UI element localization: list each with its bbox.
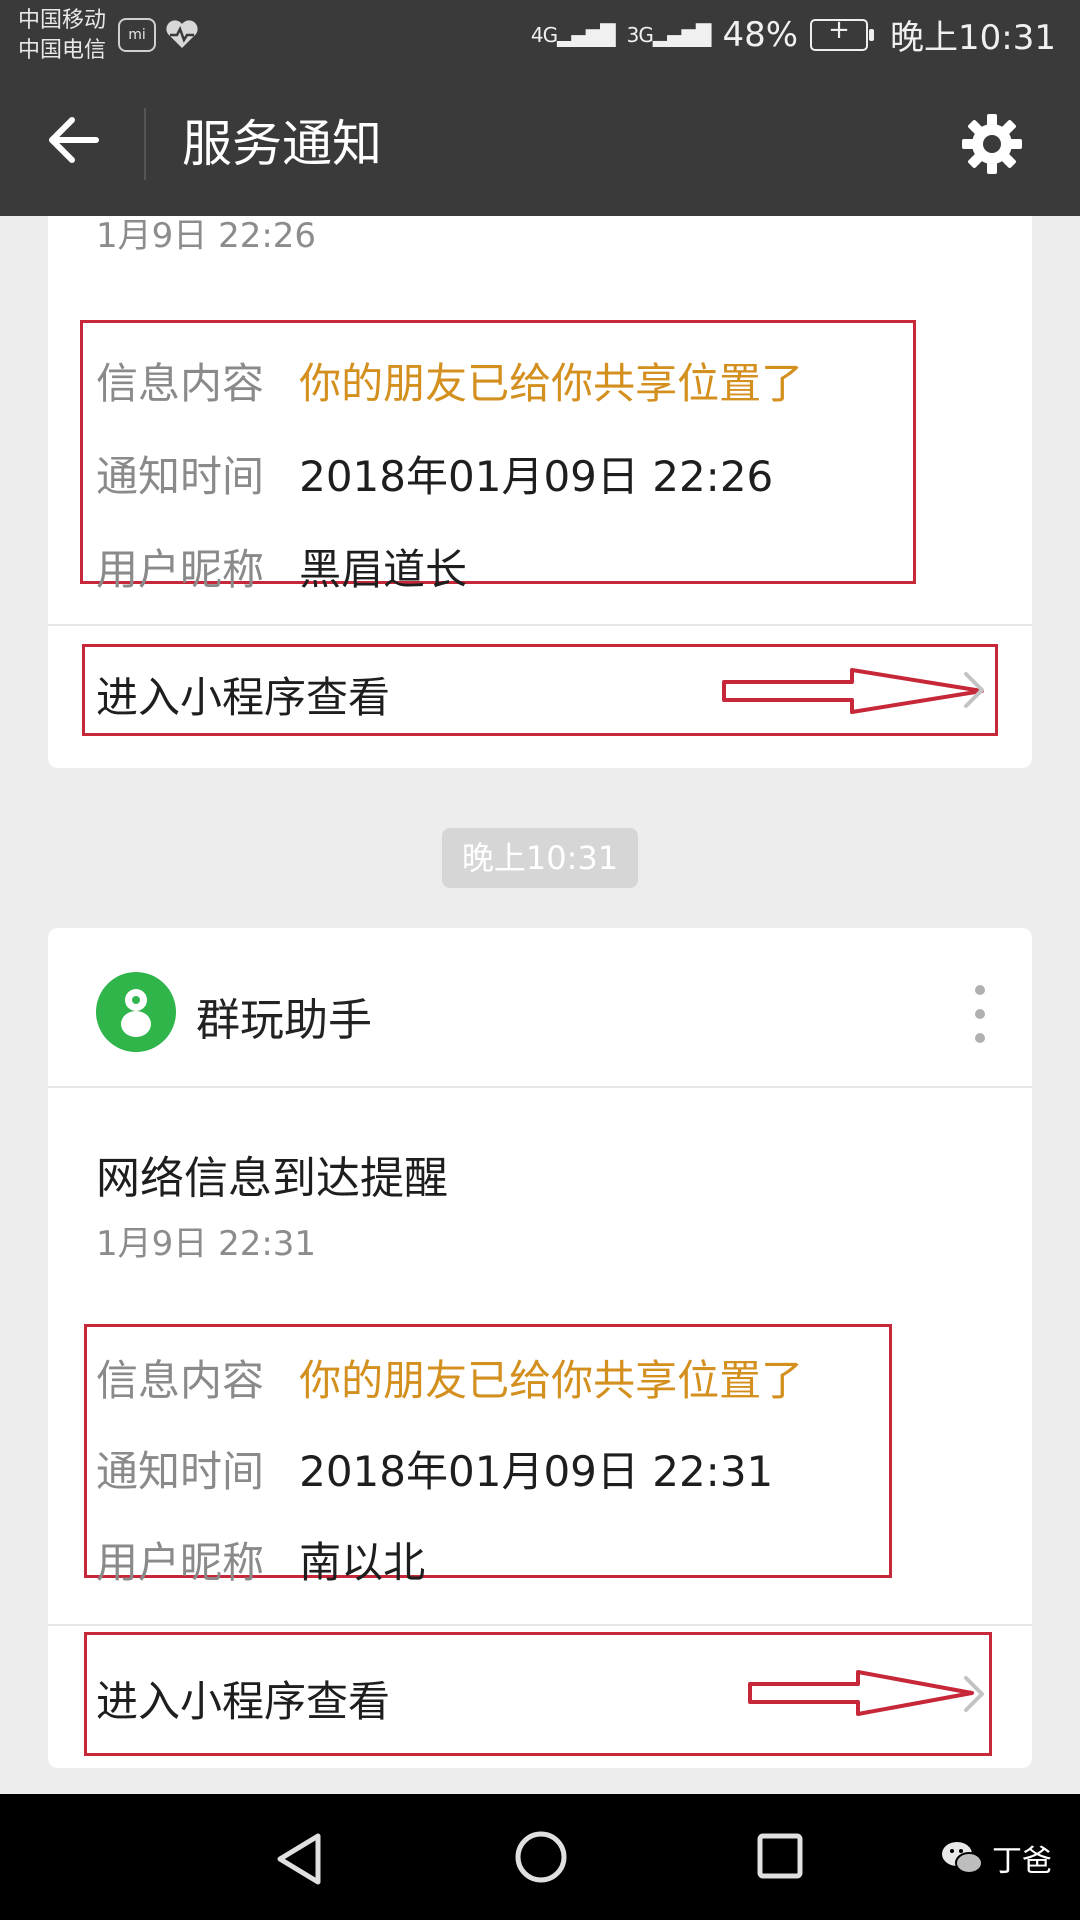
battery-charging-icon: + (810, 15, 875, 51)
navigation-bar: 丁爸 (0, 1794, 1080, 1920)
nav-back-icon[interactable] (274, 1832, 324, 1886)
carrier-1: 中国移动 (18, 8, 107, 33)
card2-header-separator (48, 1086, 1032, 1088)
card2-detail-rows: 信息内容 你的朋友已给你共享位置了 通知时间 2018年01月09日 22:31… (96, 1340, 803, 1613)
detail-value: 你的朋友已给你共享位置了 (299, 359, 804, 408)
detail-label: 用户昵称 (96, 545, 265, 594)
detail-row: 通知时间 2018年01月09日 22:31 (96, 1431, 803, 1522)
annotation-arrow-icon (748, 1670, 974, 1716)
card1-separator (48, 624, 1032, 626)
open-miniprogram-label: 进入小程序查看 (96, 1677, 391, 1726)
detail-value: 2018年01月09日 22:26 (299, 452, 774, 501)
nav-home-icon[interactable] (514, 1830, 568, 1884)
card2-separator (48, 1624, 1032, 1626)
notification-card-2: 群玩助手 网络信息到达提醒 1月9日 22:31 信息内容 你的朋友已给你共享位… (48, 928, 1032, 1768)
detail-value: 南以北 (299, 1538, 426, 1587)
card1-open-miniprogram-button[interactable]: 进入小程序查看 (96, 644, 996, 736)
heartbeat-icon (164, 16, 200, 56)
detail-value: 2018年01月09日 22:31 (299, 1447, 774, 1496)
chevron-right-icon (964, 1676, 984, 1712)
annotation-arrow-icon (722, 668, 984, 714)
detail-label: 信息内容 (96, 359, 265, 408)
watermark-name: 丁爸 (992, 1844, 1052, 1879)
carrier-2: 中国电信 (18, 38, 107, 63)
gear-icon[interactable] (960, 112, 1024, 176)
toolbar-divider (144, 108, 146, 180)
card2-timestamp: 1月9日 22:31 (96, 1224, 317, 1264)
signal-4g-icon: 4G▂▄▆█ (530, 22, 616, 47)
page-title: 服务通知 (182, 115, 382, 173)
detail-label: 通知时间 (96, 1447, 265, 1496)
watermark: 丁爸 (940, 1836, 1052, 1880)
card1-timestamp: 1月9日 22:26 (96, 216, 317, 256)
signal-3g-icon: 3G▂▄▆█ (626, 22, 712, 47)
carrier-labels: 中国移动 中国电信 (18, 6, 106, 66)
more-vertical-icon[interactable] (968, 982, 992, 1046)
notification-card-1: 1月9日 22:26 信息内容 你的朋友已给你共享位置了 通知时间 2018年0… (48, 216, 1032, 768)
detail-label: 用户昵称 (96, 1538, 265, 1587)
chevron-right-icon (964, 672, 984, 708)
card2-open-miniprogram-button[interactable]: 进入小程序查看 (96, 1632, 996, 1756)
detail-label: 信息内容 (96, 1356, 265, 1405)
detail-row: 信息内容 你的朋友已给你共享位置了 (96, 1340, 803, 1431)
status-right: 4G▂▄▆█ 3G▂▄▆█ 48% + 晚上10:31 (531, 10, 1056, 59)
notification-title: 网络信息到达提醒 (96, 1153, 448, 1204)
detail-row: 信息内容 你的朋友已给你共享位置了 (96, 342, 803, 435)
wechat-logo-icon (942, 1842, 983, 1874)
time-divider-chip: 晚上10:31 (442, 828, 638, 888)
mi-icon: mi (118, 18, 156, 52)
detail-label: 通知时间 (96, 452, 265, 501)
detail-value: 黑眉道长 (299, 545, 468, 594)
detail-row: 通知时间 2018年01月09日 22:26 (96, 435, 803, 528)
detail-value: 你的朋友已给你共享位置了 (299, 1356, 804, 1405)
clock: 晚上10:31 (890, 18, 1056, 58)
nav-recents-icon[interactable] (756, 1832, 804, 1880)
detail-row: 用户昵称 黑眉道长 (96, 528, 803, 621)
toolbar: 服务通知 (0, 72, 1080, 216)
app-name: 群玩助手 (196, 995, 372, 1046)
battery-percent: 48% (722, 14, 799, 55)
card1-detail-rows: 信息内容 你的朋友已给你共享位置了 通知时间 2018年01月09日 22:26… (96, 342, 803, 621)
open-miniprogram-label: 进入小程序查看 (96, 673, 391, 722)
status-bar: 中国移动 中国电信 mi 4G▂▄▆█ 3G▂▄▆█ 48% + 晚上10:31 (0, 0, 1080, 72)
back-arrow-icon[interactable] (44, 110, 104, 170)
detail-row: 用户昵称 南以北 (96, 1522, 803, 1613)
app-icon (96, 972, 176, 1052)
